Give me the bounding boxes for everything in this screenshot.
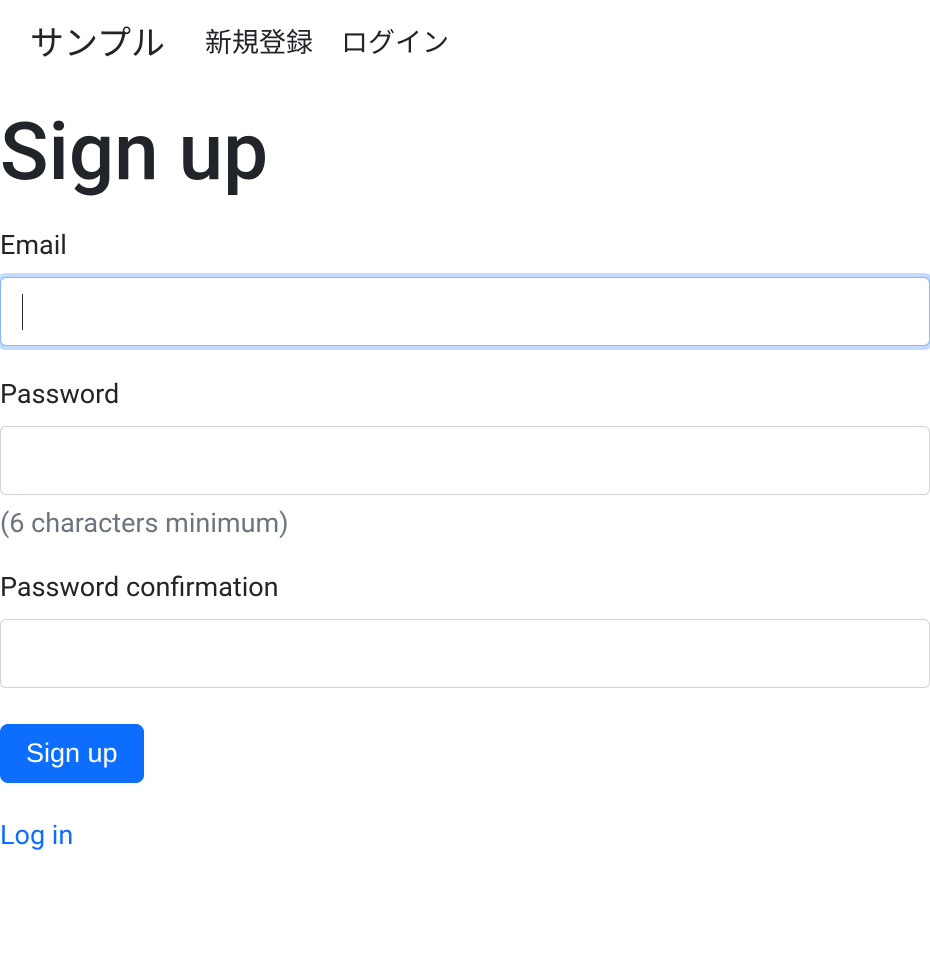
- nav-link-login[interactable]: ログイン: [341, 21, 449, 60]
- email-field[interactable]: [0, 277, 930, 346]
- password-confirmation-field[interactable]: [0, 619, 930, 688]
- text-caret: [22, 294, 23, 330]
- navbar-brand[interactable]: サンプル: [30, 16, 165, 65]
- email-label: Email: [0, 229, 930, 261]
- nav-links: 新規登録 ログイン: [205, 21, 449, 60]
- nav-link-signup[interactable]: 新規登録: [205, 21, 313, 60]
- password-hint: (6 characters minimum): [0, 507, 930, 539]
- form-group-email: Email: [0, 229, 930, 346]
- password-confirmation-label: Password confirmation: [0, 571, 930, 603]
- email-input-wrapper: [0, 277, 930, 346]
- signup-button[interactable]: Sign up: [0, 724, 144, 783]
- password-field[interactable]: [0, 426, 930, 495]
- form-group-password-confirmation: Password confirmation: [0, 571, 930, 688]
- navbar: サンプル 新規登録 ログイン: [0, 0, 930, 81]
- password-label: Password: [0, 378, 930, 410]
- form-group-password: Password (6 characters minimum): [0, 378, 930, 539]
- page-title: Sign up: [0, 105, 930, 199]
- main-container: Sign up Email Password (6 characters min…: [0, 105, 930, 851]
- login-link[interactable]: Log in: [0, 819, 73, 851]
